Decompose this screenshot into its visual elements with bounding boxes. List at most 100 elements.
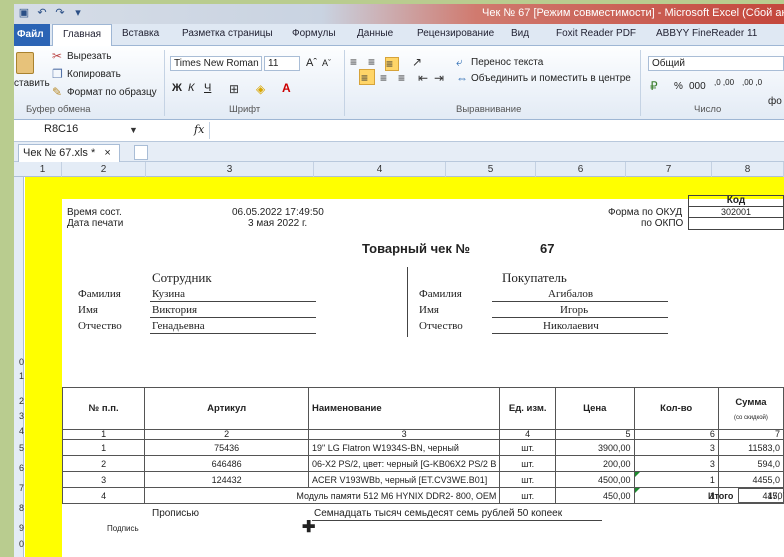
unit-cell[interactable]: шт. bbox=[499, 455, 556, 472]
unit-cell[interactable]: шт. bbox=[499, 487, 556, 504]
font-color-icon[interactable]: A bbox=[282, 82, 291, 94]
new-document-tab[interactable] bbox=[134, 145, 148, 160]
underline-button[interactable]: Ч bbox=[204, 82, 211, 94]
name-box[interactable]: R8C16 bbox=[14, 123, 139, 139]
font-size-select[interactable]: 11 bbox=[264, 56, 300, 71]
name-cell[interactable]: 06-X2 PS/2, цвет: черный [G-KB06X2 PS/2 … bbox=[307, 455, 501, 472]
row-header[interactable]: 9 bbox=[14, 523, 24, 533]
row-header[interactable]: 6 bbox=[14, 463, 24, 473]
tab-insert[interactable]: Вставка bbox=[122, 28, 159, 39]
row-header[interactable]: 5 bbox=[14, 443, 24, 453]
chevron-down-icon[interactable]: ▼ bbox=[129, 124, 138, 136]
table-row[interactable]: 2 646486 06-X2 PS/2, цвет: черный [G-KB0… bbox=[61, 455, 784, 472]
paste-icon[interactable] bbox=[16, 52, 34, 74]
unit-cell[interactable]: шт. bbox=[499, 439, 556, 456]
italic-button[interactable]: К bbox=[188, 82, 194, 94]
table-row[interactable]: 1 75436 19" LG Flatron W1934S-BN, черный… bbox=[61, 439, 784, 456]
name-cell[interactable]: ACER V193WBb, черный [ET.CV3WE.B01] bbox=[307, 471, 501, 488]
styles-button[interactable]: фо bbox=[768, 96, 782, 107]
table-row[interactable]: 3 124432 ACER V193WBb, черный [ET.CV3WE.… bbox=[61, 471, 784, 488]
redo-icon[interactable]: ↷ bbox=[54, 7, 66, 19]
price-cell[interactable]: 4500,00 bbox=[554, 471, 635, 488]
decrease-indent-icon[interactable]: ⇤ bbox=[418, 72, 428, 84]
document-tab[interactable]: Чек № 67.xls * × bbox=[18, 144, 120, 162]
row-header[interactable]: 0 bbox=[14, 357, 24, 367]
row-header[interactable]: 8 bbox=[14, 503, 24, 513]
save-icon[interactable]: ▣ bbox=[18, 7, 30, 19]
increase-decimal-button[interactable]: ,0 ,00 bbox=[714, 79, 744, 87]
worksheet[interactable]: Код 302001 Время сост. 06.05.2022 17:49:… bbox=[25, 177, 784, 557]
column-header[interactable]: 4 bbox=[314, 162, 446, 177]
column-header[interactable]: 6 bbox=[536, 162, 626, 177]
sum-cell[interactable]: 11583,0 bbox=[717, 439, 784, 456]
decrease-decimal-button[interactable]: ,00 ,0 bbox=[742, 79, 772, 87]
paste-button[interactable]: ставить bbox=[14, 78, 50, 89]
name-cell[interactable]: 19" LG Flatron W1934S-BN, черный bbox=[307, 439, 501, 456]
increase-indent-icon[interactable]: ⇥ bbox=[434, 72, 444, 84]
column-header[interactable]: 5 bbox=[446, 162, 536, 177]
tab-abbyy[interactable]: ABBYY FineReader 11 bbox=[656, 28, 757, 39]
align-right-icon[interactable]: ≡ bbox=[398, 72, 405, 84]
row-number-cell[interactable]: 4 bbox=[61, 487, 146, 504]
name-cell[interactable]: Модуль памяти 512 M6 HYNIX DDR2- 800, OE… bbox=[144, 487, 501, 504]
row-header[interactable]: 0 bbox=[14, 539, 24, 549]
price-cell[interactable]: 200,00 bbox=[554, 455, 635, 472]
table-row[interactable]: 4 Модуль памяти 512 M6 HYNIX DDR2- 800, … bbox=[61, 487, 784, 504]
row-header[interactable]: 7 bbox=[14, 483, 24, 493]
row-header[interactable]: 2 bbox=[14, 396, 24, 406]
align-left-icon[interactable]: ≡ bbox=[361, 72, 368, 84]
column-header[interactable]: 2 bbox=[62, 162, 146, 177]
tab-file[interactable]: Файл bbox=[14, 24, 50, 46]
borders-icon[interactable]: ⊞ bbox=[229, 83, 239, 95]
sku-cell[interactable]: 124432 bbox=[144, 471, 309, 488]
orientation-icon[interactable]: ↗ bbox=[412, 56, 422, 68]
fill-color-icon[interactable]: ◈ bbox=[256, 83, 265, 95]
okud-code-cell[interactable]: 302001 bbox=[688, 206, 784, 218]
wrap-text-button[interactable]: Перенос текста bbox=[471, 57, 543, 68]
copy-button[interactable]: Копировать bbox=[67, 69, 121, 80]
currency-icon[interactable]: ₽ bbox=[650, 80, 658, 92]
align-top-icon[interactable]: ≡ bbox=[350, 56, 357, 68]
align-bottom-icon[interactable]: ≡ bbox=[386, 58, 393, 70]
unit-cell[interactable]: шт. bbox=[499, 471, 556, 488]
row-header[interactable]: 4 bbox=[14, 426, 24, 436]
bold-button[interactable]: Ж bbox=[172, 82, 182, 94]
sum-cell[interactable]: 4455,0 bbox=[717, 471, 784, 488]
qty-cell[interactable]: 3 bbox=[633, 455, 719, 472]
cut-button[interactable]: Вырезать bbox=[67, 51, 111, 62]
price-cell[interactable]: 3900,00 bbox=[554, 439, 635, 456]
sku-cell[interactable]: 75436 bbox=[144, 439, 309, 456]
total-value[interactable]: 17077,5 bbox=[738, 488, 784, 503]
tab-foxit[interactable]: Foxit Reader PDF bbox=[556, 28, 636, 39]
formula-input[interactable] bbox=[209, 122, 784, 139]
close-icon[interactable]: × bbox=[104, 147, 110, 159]
align-middle-icon[interactable]: ≡ bbox=[368, 56, 375, 68]
column-header[interactable]: 3 bbox=[146, 162, 314, 177]
column-header[interactable]: 1 bbox=[24, 162, 62, 177]
font-name-select[interactable]: Times New Roman bbox=[170, 56, 262, 71]
insert-function-button[interactable]: fx bbox=[194, 123, 204, 136]
percent-button[interactable]: % bbox=[674, 81, 683, 92]
qty-cell[interactable]: 1 bbox=[633, 471, 719, 488]
tab-page-layout[interactable]: Разметка страницы bbox=[182, 28, 273, 39]
thousands-button[interactable]: 000 bbox=[689, 81, 706, 92]
column-header[interactable]: 8 bbox=[712, 162, 784, 177]
chevron-down-icon[interactable]: ▾ bbox=[72, 7, 84, 19]
grow-font-button[interactable]: Aˆ bbox=[306, 57, 317, 69]
undo-icon[interactable]: ↶ bbox=[36, 7, 48, 19]
row-header[interactable]: 1 bbox=[14, 371, 24, 381]
okpo-code-cell[interactable] bbox=[688, 218, 784, 230]
qty-cell[interactable]: 3 bbox=[633, 439, 719, 456]
row-number-cell[interactable]: 2 bbox=[61, 455, 146, 472]
column-header[interactable]: 7 bbox=[626, 162, 712, 177]
tab-view[interactable]: Вид bbox=[511, 28, 529, 39]
tab-home[interactable]: Главная bbox=[52, 24, 113, 47]
align-center-icon[interactable]: ≡ bbox=[380, 72, 387, 84]
tab-formulas[interactable]: Формулы bbox=[292, 28, 336, 39]
merge-center-button[interactable]: Объединить и поместить в центре bbox=[471, 73, 631, 84]
sum-cell[interactable]: 594,0 bbox=[717, 455, 784, 472]
row-number-cell[interactable]: 3 bbox=[61, 471, 146, 488]
row-number-cell[interactable]: 1 bbox=[61, 439, 146, 456]
tab-data[interactable]: Данные bbox=[357, 28, 393, 39]
number-format-select[interactable]: Общий bbox=[648, 56, 784, 71]
